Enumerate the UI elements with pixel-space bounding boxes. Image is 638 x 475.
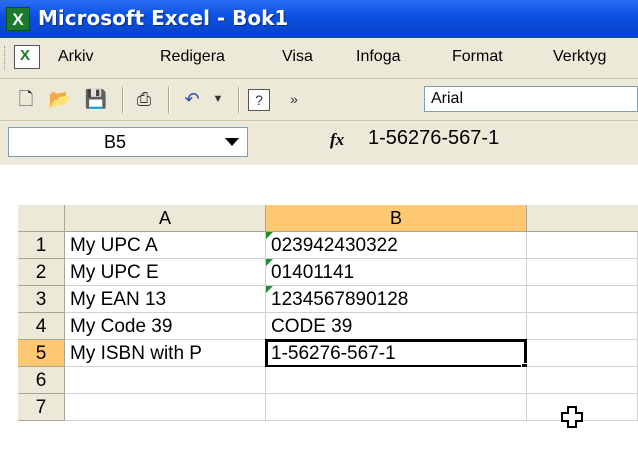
cell-b2[interactable]: 01401141: [266, 259, 527, 286]
cell-a2[interactable]: My UPC E: [65, 259, 266, 286]
cell-b6[interactable]: [266, 367, 527, 394]
cell-b7[interactable]: [266, 394, 527, 421]
name-box-value: B5: [104, 132, 127, 152]
formula-content[interactable]: 1-56276-567-1: [368, 127, 499, 150]
formula-bar: B5 fx 1-56276-567-1: [0, 121, 638, 165]
cell-a1[interactable]: My UPC A: [65, 232, 266, 259]
column-header-a[interactable]: A: [65, 205, 266, 232]
help-icon[interactable]: ?: [248, 89, 270, 111]
standard-toolbar: 🗋 📂 💾 ⎙ ↶ ▼ ? » Arial: [0, 79, 638, 121]
title-bar: X Microsoft Excel - Bok1: [0, 0, 638, 38]
cell-b4[interactable]: CODE 39: [266, 313, 527, 340]
toolbar-separator: [168, 87, 170, 113]
menu-arkiv[interactable]: Arkiv: [58, 48, 94, 66]
cell-a6[interactable]: [65, 367, 266, 394]
toolbar-options-icon[interactable]: »: [282, 87, 306, 111]
cell-b3-text: 1234567890128: [271, 289, 409, 310]
menu-redigera[interactable]: Redigera: [160, 48, 225, 66]
cell-c6[interactable]: [527, 367, 638, 394]
menu-format[interactable]: Format: [452, 48, 503, 66]
menu-infoga[interactable]: Infoga: [356, 48, 400, 66]
menu-verktyg[interactable]: Verktyg: [553, 48, 606, 66]
cell-a3[interactable]: My EAN 13: [65, 286, 266, 313]
open-folder-icon[interactable]: 📂: [48, 87, 72, 111]
cell-b3[interactable]: 1234567890128: [266, 286, 527, 313]
cell-b2-text: 01401141: [271, 262, 355, 283]
row-header[interactable]: 3: [18, 286, 65, 313]
cell-b1[interactable]: 023942430322: [266, 232, 527, 259]
column-header-c[interactable]: [527, 205, 638, 232]
font-name-box[interactable]: Arial: [424, 86, 638, 112]
save-icon[interactable]: 💾: [84, 87, 108, 111]
row-header[interactable]: 2: [18, 259, 65, 286]
cell-b1-text: 023942430322: [271, 235, 398, 256]
cell-c1[interactable]: [527, 232, 638, 259]
menu-visa[interactable]: Visa: [282, 48, 313, 66]
menu-bar: Arkiv Redigera Visa Infoga Format Verkty…: [0, 38, 638, 79]
workbook-icon[interactable]: [14, 45, 40, 69]
select-all-corner[interactable]: [18, 205, 65, 232]
name-box[interactable]: B5: [8, 127, 248, 157]
cell-c2[interactable]: [527, 259, 638, 286]
cell-a5[interactable]: My ISBN with P: [65, 340, 266, 367]
text-number-marker: [266, 232, 273, 239]
cell-a4[interactable]: My Code 39: [65, 313, 266, 340]
undo-dropdown-icon[interactable]: ▼: [206, 87, 230, 111]
cell-c3[interactable]: [527, 286, 638, 313]
text-number-marker: [266, 286, 273, 293]
row-header[interactable]: 4: [18, 313, 65, 340]
cell-cursor-icon: [561, 406, 583, 428]
row-header[interactable]: 7: [18, 394, 65, 421]
row-header[interactable]: 5: [18, 340, 65, 367]
excel-app-icon[interactable]: X: [6, 7, 30, 31]
undo-icon[interactable]: ↶: [180, 87, 204, 111]
cell-c4[interactable]: [527, 313, 638, 340]
cell-b5-selected[interactable]: 1-56276-567-1: [265, 339, 527, 368]
text-number-marker: [266, 259, 273, 266]
worksheet-grid: A B 1 My UPC A 023942430322 2 My UPC E 0…: [0, 165, 638, 475]
menu-grip[interactable]: [4, 46, 8, 70]
toolbar-separator: [238, 87, 240, 113]
fx-icon[interactable]: fx: [330, 130, 344, 150]
toolbar-separator: [122, 87, 124, 113]
new-document-icon[interactable]: 🗋: [14, 87, 38, 111]
cell-c5[interactable]: [527, 340, 638, 367]
window-title: Microsoft Excel - Bok1: [38, 6, 289, 30]
cell-a7[interactable]: [65, 394, 266, 421]
chevron-down-icon[interactable]: [225, 138, 239, 146]
column-header-b[interactable]: B: [266, 205, 527, 232]
row-header[interactable]: 6: [18, 367, 65, 394]
row-header[interactable]: 1: [18, 232, 65, 259]
print-icon[interactable]: ⎙: [132, 87, 156, 111]
